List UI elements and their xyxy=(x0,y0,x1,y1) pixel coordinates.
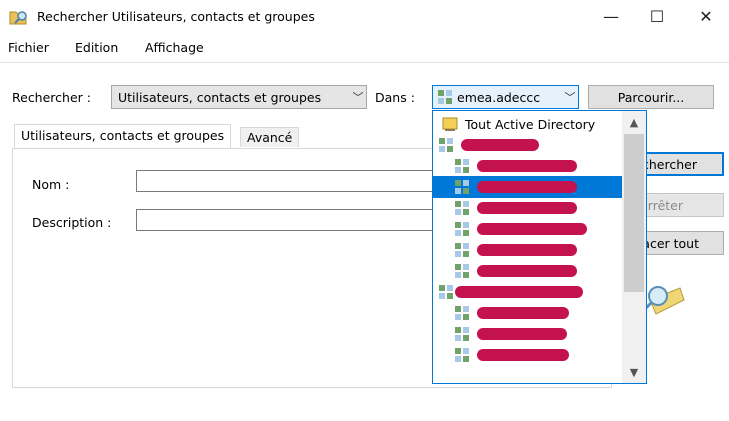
close-button[interactable]: ✕ xyxy=(683,0,729,32)
domain-icon xyxy=(438,90,452,104)
list-item[interactable] xyxy=(433,218,623,240)
list-item[interactable] xyxy=(433,197,623,219)
object-type-select[interactable]: Utilisateurs, contacts et groupes ﹀ xyxy=(111,85,367,109)
domain-icon xyxy=(439,138,453,152)
scroll-down-icon[interactable]: ▼ xyxy=(622,362,646,382)
list-item[interactable] xyxy=(433,239,623,261)
location-select[interactable]: emea.adeccc ﹀ xyxy=(432,85,579,109)
domain-icon xyxy=(455,327,469,341)
window-title: Rechercher Utilisateurs, contacts et gro… xyxy=(37,9,315,24)
domain-icon xyxy=(455,264,469,278)
description-input[interactable] xyxy=(136,209,436,231)
title-bar: Rechercher Utilisateurs, contacts et gro… xyxy=(0,0,729,34)
list-item[interactable] xyxy=(433,134,623,156)
dans-label: Dans : xyxy=(375,90,415,105)
redaction-mark xyxy=(477,307,569,319)
list-item[interactable] xyxy=(433,176,623,198)
list-item[interactable] xyxy=(433,302,623,324)
list-item[interactable] xyxy=(433,260,623,282)
menu-fichier[interactable]: Fichier xyxy=(8,40,49,55)
redaction-mark xyxy=(455,286,583,298)
scrollbar-thumb[interactable] xyxy=(624,134,644,292)
list-item-label: Tout Active Directory xyxy=(465,117,596,132)
rechercher-label: Rechercher : xyxy=(12,90,91,105)
list-item[interactable] xyxy=(433,281,623,303)
tab-users-contacts-groups[interactable]: Utilisateurs, contacts et groupes xyxy=(14,124,232,148)
domain-icon xyxy=(455,243,469,257)
redaction-mark xyxy=(477,202,577,214)
list-item[interactable] xyxy=(433,323,623,345)
redaction-mark xyxy=(477,328,567,340)
redaction-mark xyxy=(477,349,569,361)
search-folder-icon xyxy=(9,11,27,25)
domain-icon xyxy=(455,222,469,236)
list-item[interactable]: Tout Active Directory xyxy=(433,113,623,135)
domain-icon xyxy=(455,201,469,215)
minimize-button[interactable]: — xyxy=(588,0,634,32)
location-value: emea.adeccc xyxy=(457,89,541,105)
redaction-mark xyxy=(461,139,539,151)
redaction-mark xyxy=(477,265,577,277)
description-label: Description : xyxy=(32,215,112,230)
redaction-mark xyxy=(477,160,577,172)
domain-icon xyxy=(439,285,453,299)
list-item[interactable] xyxy=(433,155,623,177)
redaction-mark xyxy=(477,181,577,193)
list-item[interactable] xyxy=(433,344,623,366)
domain-icon xyxy=(455,159,469,173)
redaction-mark xyxy=(477,244,577,256)
domain-icon xyxy=(455,306,469,320)
menu-edition[interactable]: Edition xyxy=(75,40,118,55)
menu-affichage[interactable]: Affichage xyxy=(145,40,204,55)
location-dropdown-list[interactable]: Tout Active Directory xyxy=(432,110,647,384)
scroll-up-icon[interactable]: ▲ xyxy=(622,112,646,132)
object-type-value: Utilisateurs, contacts et groupes xyxy=(118,89,322,105)
tab-advanced[interactable]: Avancé xyxy=(240,127,300,147)
browse-button[interactable]: Parcourir... xyxy=(588,85,714,109)
directory-icon xyxy=(442,117,458,131)
chevron-down-icon: ﹀ xyxy=(352,91,364,104)
domain-icon xyxy=(455,180,469,194)
menu-bar: Fichier Edition Affichage xyxy=(0,36,729,62)
maximize-button[interactable]: ☐ xyxy=(634,0,680,32)
domain-icon xyxy=(455,348,469,362)
nom-label: Nom : xyxy=(32,177,70,192)
nom-input[interactable] xyxy=(136,170,436,192)
chevron-down-icon: ﹀ xyxy=(564,91,576,104)
redaction-mark xyxy=(477,223,587,235)
